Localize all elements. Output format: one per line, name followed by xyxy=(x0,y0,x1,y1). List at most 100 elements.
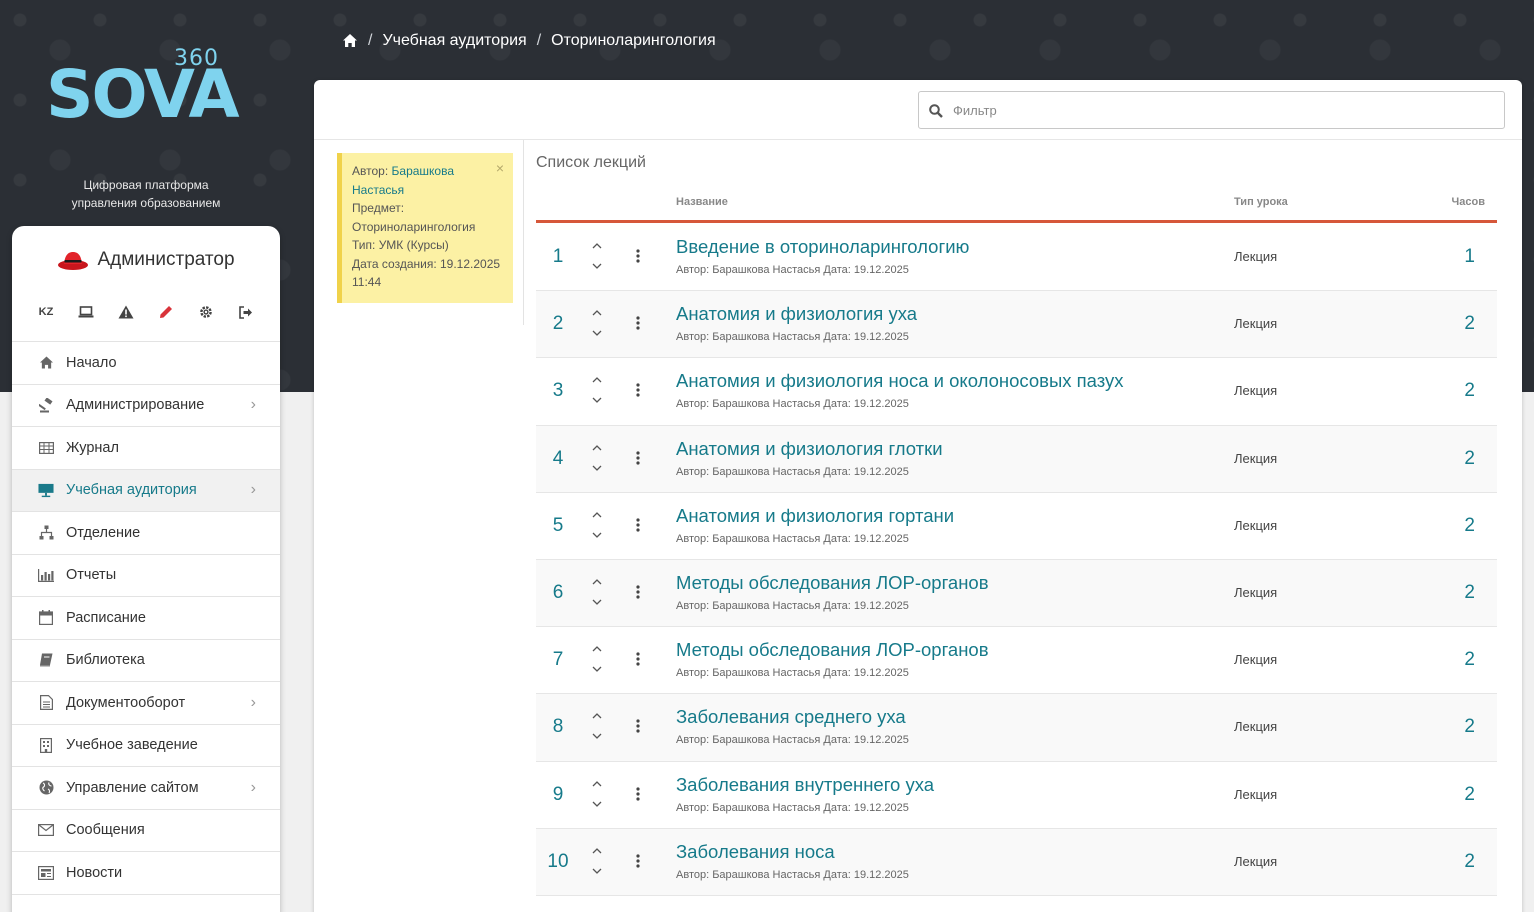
kebab-menu-icon[interactable] xyxy=(634,584,642,600)
sidebar-item-news[interactable]: Новости xyxy=(12,851,280,894)
kebab-menu-icon[interactable] xyxy=(634,517,642,533)
lecture-title-link[interactable]: Методы обследования ЛОР-органов xyxy=(676,572,989,594)
table-row[interactable]: 1 Введение в оториноларингологию Автор: Ба… xyxy=(536,224,1497,292)
gear-icon[interactable] xyxy=(186,300,226,324)
lecture-type: Лекция xyxy=(1234,517,1278,533)
filter-input[interactable] xyxy=(953,102,1493,118)
lecture-type: Лекция xyxy=(1234,316,1278,332)
sidebar-item-documents[interactable]: Документооборот › xyxy=(12,681,280,724)
lecture-number: 7 xyxy=(552,649,564,671)
sort-handle-icon[interactable] xyxy=(591,509,603,541)
lecture-type: Лекция xyxy=(1234,853,1278,869)
home-icon[interactable] xyxy=(342,33,358,49)
sort-handle-icon[interactable] xyxy=(591,643,603,675)
sidebar-item-label: Документооборот xyxy=(66,694,186,711)
table-row[interactable]: 10 Заболевания носа Автор: Барашкова Наста… xyxy=(536,828,1497,896)
close-icon[interactable]: × xyxy=(496,159,504,178)
lecture-meta: Автор: Барашкова Настасья Дата: 19.12.20… xyxy=(676,465,909,478)
sidebar-item-label: Отчеты xyxy=(66,567,117,584)
tagline: Цифровая платформа управления образовани… xyxy=(46,176,246,212)
kebab-menu-icon[interactable] xyxy=(634,248,642,264)
logo-number: 360 xyxy=(174,46,219,71)
sidebar-item-label: Журнал xyxy=(66,439,119,456)
sidebar-item-messages[interactable]: Сообщения xyxy=(12,808,280,852)
warning-icon[interactable] xyxy=(106,300,146,324)
filter-field[interactable] xyxy=(918,91,1505,129)
sidebar-item-more[interactable] xyxy=(12,893,280,912)
sort-handle-icon[interactable] xyxy=(591,307,603,339)
lecture-meta: Автор: Барашкова Настасья Дата: 19.12.20… xyxy=(676,734,909,747)
table-row[interactable]: 9 Заболевания внутреннего уха Автор: Бараш… xyxy=(536,762,1497,829)
sidebar-item-classroom[interactable]: Учебная аудитория › xyxy=(12,468,280,511)
table-row[interactable]: 4 Анатомия и физиология глотки Автор: Бара… xyxy=(536,425,1497,493)
sidebar-item-home[interactable]: Начало xyxy=(12,341,280,384)
lecture-title-link[interactable]: Анатомия и физиология глотки xyxy=(676,438,943,460)
sidebar-item-site-management[interactable]: Управление сайтом › xyxy=(12,766,280,809)
kebab-menu-icon[interactable] xyxy=(634,718,642,734)
lecture-number: 3 xyxy=(552,380,564,402)
table-row[interactable]: 7 Методы обследования ЛОР-органов Автор: Б… xyxy=(536,627,1497,695)
table-row[interactable]: 3 Анатомия и физиология носа и околоносов… xyxy=(536,358,1497,426)
chevron-right-icon: › xyxy=(250,778,256,796)
kebab-menu-icon[interactable] xyxy=(634,786,642,802)
breadcrumb: / Учебная аудитория / Оториноларингологи… xyxy=(342,30,716,52)
sort-handle-icon[interactable] xyxy=(591,240,603,272)
sidebar-item-department[interactable]: Отделение xyxy=(12,511,280,554)
lecture-title-link[interactable]: Анатомия и физиология уха xyxy=(676,303,917,325)
lecture-title-link[interactable]: Методы обследования ЛОР-органов xyxy=(676,639,989,661)
sidebar-item-reports[interactable]: Отчеты xyxy=(12,553,280,597)
sidebar-item-library[interactable]: Библиотека xyxy=(12,638,280,682)
lecture-title-link[interactable]: Введение в оториноларингологию xyxy=(676,236,969,258)
lecture-title-link[interactable]: Заболевания носа xyxy=(676,841,835,863)
lecture-list-title: Список лекций xyxy=(536,154,646,171)
sidebar-item-journal[interactable]: Журнал xyxy=(12,426,280,469)
note-created: Дата создания: 19.12.2025 11:44 xyxy=(352,255,503,292)
lecture-number: 10 xyxy=(547,850,569,872)
user-profile[interactable]: Администратор xyxy=(12,248,280,272)
table-row[interactable]: 2 Анатомия и физиология уха Автор: Барашко… xyxy=(536,291,1497,359)
kebab-menu-icon[interactable] xyxy=(634,853,642,869)
lecture-title-link[interactable]: Заболевания внутреннего уха xyxy=(676,774,934,796)
lecture-hours: 2 xyxy=(1464,581,1475,603)
sort-handle-icon[interactable] xyxy=(591,442,603,474)
lecture-table-body: 1 Введение в оториноларингологию Автор: Ба… xyxy=(536,224,1497,896)
sidebar-item-schedule[interactable]: Расписание xyxy=(12,596,280,639)
logo[interactable]: SOVA 360 xyxy=(46,44,246,134)
red-hat-icon xyxy=(57,248,89,272)
sort-handle-icon[interactable] xyxy=(591,374,603,406)
note-author: Автор: Барашкова Настасья xyxy=(352,162,503,199)
laptop-icon[interactable] xyxy=(66,300,106,324)
logout-icon[interactable] xyxy=(226,300,266,324)
sort-handle-icon[interactable] xyxy=(591,778,603,810)
language-kz-button[interactable]: KZ xyxy=(26,300,66,324)
sort-handle-icon[interactable] xyxy=(591,576,603,608)
pencil-icon[interactable] xyxy=(146,300,186,324)
lecture-type: Лекция xyxy=(1234,719,1278,735)
column-divider xyxy=(523,140,524,325)
table-row[interactable]: 8 Заболевания среднего уха Автор: Барашков… xyxy=(536,694,1497,762)
document-icon xyxy=(38,695,54,711)
tagline-line-2: управления образованием xyxy=(71,196,221,210)
column-header-type[interactable]: Тип урока xyxy=(1234,196,1288,208)
chevron-right-icon: › xyxy=(250,396,256,414)
sort-handle-icon[interactable] xyxy=(591,845,603,877)
kebab-menu-icon[interactable] xyxy=(634,315,642,331)
lecture-title-link[interactable]: Заболевания среднего уха xyxy=(676,706,906,728)
column-header-name[interactable]: Название xyxy=(676,196,728,208)
column-header-hours[interactable]: Часов xyxy=(1452,196,1485,208)
kebab-menu-icon[interactable] xyxy=(634,382,642,398)
chevron-right-icon: › xyxy=(250,481,256,499)
sidebar-item-administration[interactable]: Администрирование › xyxy=(12,383,280,427)
breadcrumb-item-classroom[interactable]: Учебная аудитория xyxy=(382,32,526,50)
table-row[interactable]: 5 Анатомия и физиология гортани Автор: Бар… xyxy=(536,493,1497,560)
search-icon xyxy=(929,103,943,118)
lecture-title-link[interactable]: Анатомия и физиология гортани xyxy=(676,505,954,527)
kebab-menu-icon[interactable] xyxy=(634,450,642,466)
kebab-menu-icon[interactable] xyxy=(634,651,642,667)
sort-handle-icon[interactable] xyxy=(591,710,603,742)
sidebar-item-institution[interactable]: Учебное заведение xyxy=(12,723,280,767)
table-row[interactable]: 6 Методы обследования ЛОР-органов Автор: Б… xyxy=(536,559,1497,628)
lecture-title-link[interactable]: Анатомия и физиология носа и околоносовы… xyxy=(676,370,1124,392)
lecture-hours: 1 xyxy=(1464,246,1475,267)
note-author-label: Автор: xyxy=(352,164,389,178)
